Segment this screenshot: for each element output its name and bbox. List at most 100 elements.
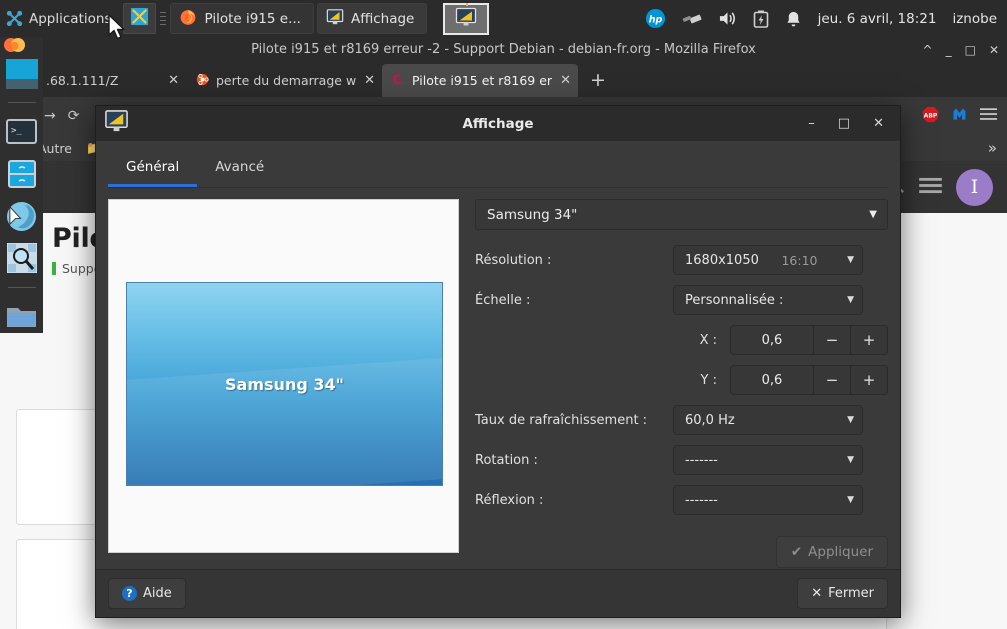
hp-logo-icon[interactable]: hp bbox=[645, 8, 666, 29]
dock-item-folder[interactable] bbox=[5, 300, 39, 333]
scale-y-label: Y : bbox=[700, 372, 717, 388]
browser-tab-1[interactable]: .68.1.111/Z ✕ bbox=[36, 64, 186, 97]
reflection-select[interactable]: ------- ▼ bbox=[673, 485, 863, 515]
firefox-minimize-button[interactable]: _ bbox=[946, 43, 952, 57]
reflection-value: ------- bbox=[685, 492, 718, 508]
chevron-down-icon: ▼ bbox=[847, 415, 854, 425]
dialog-footer: ? Aide ✕ Fermer bbox=[96, 569, 900, 617]
dialog-body: Général Avancé Samsung 34" Samsung 34" ▼ bbox=[96, 141, 900, 569]
clock[interactable]: jeu. 6 avril, 18:21 bbox=[818, 11, 937, 27]
dock-separator-1 bbox=[7, 102, 36, 104]
applications-menu[interactable]: Applications bbox=[0, 0, 121, 37]
question-mark-icon: ? bbox=[122, 586, 137, 601]
scissors-screenshot-icon bbox=[130, 7, 149, 30]
applications-menu-label: Applications bbox=[29, 10, 112, 27]
bookmark-autre[interactable]: Autre bbox=[38, 141, 72, 156]
username-label[interactable]: iznobe bbox=[952, 11, 997, 27]
dialog-tabs: Général Avancé bbox=[108, 151, 888, 188]
volume-icon[interactable] bbox=[718, 10, 737, 27]
abp-icon[interactable]: ABP bbox=[922, 106, 939, 127]
chevron-down-icon: ▼ bbox=[847, 495, 854, 505]
close-button[interactable]: ✕ bbox=[873, 116, 884, 131]
scale-x-stepper[interactable]: 0,6 − + bbox=[730, 325, 888, 355]
dialog-titlebar[interactable]: Affichage – □ ✕ bbox=[96, 106, 900, 141]
scale-x-value[interactable]: 0,6 bbox=[731, 326, 813, 354]
browser-tab-1-label: .68.1.111/Z bbox=[46, 73, 119, 88]
usb-stick-icon[interactable] bbox=[682, 10, 702, 28]
monitor-label: Samsung 34" bbox=[225, 374, 344, 394]
browser-tab-1-close-icon[interactable]: ✕ bbox=[168, 73, 179, 88]
task-button-firefox[interactable]: Pilote i915 e... bbox=[170, 3, 314, 34]
bookmarks-overflow-button[interactable]: » bbox=[988, 139, 997, 157]
display-settings-icon bbox=[104, 109, 129, 138]
scale-x-label: X : bbox=[699, 332, 717, 348]
workspace-pager[interactable] bbox=[443, 2, 490, 35]
firefox-tabstrip: .68.1.111/Z ✕ perte du demarrage wind ✕ … bbox=[0, 62, 1007, 97]
resolution-select[interactable]: 1680x1050 16:10 ▼ bbox=[673, 245, 863, 275]
notification-bell-icon[interactable] bbox=[785, 10, 802, 28]
browser-tab-2[interactable]: perte du demarrage wind ✕ bbox=[186, 64, 382, 97]
scale-y-stepper[interactable]: 0,6 − + bbox=[730, 365, 888, 395]
row-reflection: Réflexion : ------- ▼ bbox=[475, 480, 888, 520]
minimize-button[interactable]: – bbox=[808, 116, 815, 131]
close-dialog-button[interactable]: ✕ Fermer bbox=[797, 578, 888, 609]
scale-y-minus-button[interactable]: − bbox=[813, 366, 850, 394]
monitor-rect[interactable]: Samsung 34" bbox=[126, 282, 443, 486]
new-tab-button[interactable]: + bbox=[578, 64, 618, 97]
svg-text:hp: hp bbox=[648, 14, 662, 25]
scale-y-plus-button[interactable]: + bbox=[850, 366, 887, 394]
apply-button[interactable]: ✔ Appliquer bbox=[775, 536, 888, 568]
breadcrumb-marker bbox=[52, 262, 56, 275]
firefox-close-button[interactable]: ✕ bbox=[989, 43, 999, 57]
scale-x-minus-button[interactable]: − bbox=[813, 326, 850, 354]
dock-item-files[interactable] bbox=[5, 157, 39, 190]
rotation-select[interactable]: ------- ▼ bbox=[673, 445, 863, 475]
firefox-icon bbox=[179, 8, 197, 30]
browser-tab-3-close-icon[interactable]: ✕ bbox=[560, 73, 571, 88]
reload-icon[interactable]: ⟳ bbox=[68, 108, 80, 124]
firefox-maximize-button[interactable]: □ bbox=[965, 43, 976, 57]
scale-y-value[interactable]: 0,6 bbox=[731, 366, 813, 394]
dock-item-screenshot[interactable] bbox=[5, 242, 39, 275]
settings-form: Samsung 34" ▼ Résolution : 1680x1050 16:… bbox=[475, 199, 888, 569]
dock-item-browser[interactable] bbox=[5, 199, 39, 232]
hamburger-icon[interactable] bbox=[919, 177, 942, 198]
battery-icon[interactable] bbox=[753, 10, 769, 28]
top-panel: Applications Pilote i915 e... Affichage bbox=[0, 0, 1007, 37]
refresh-rate-select[interactable]: 60,0 Hz ▼ bbox=[673, 405, 863, 435]
dock-item-screen[interactable] bbox=[5, 57, 39, 90]
rotation-value: ------- bbox=[685, 452, 718, 468]
display-settings-dialog: Affichage – □ ✕ Général Avancé Samsung 3… bbox=[95, 105, 901, 618]
rotation-label: Rotation : bbox=[475, 452, 538, 468]
dock-item-terminal[interactable]: >_ bbox=[5, 115, 39, 148]
maximize-button[interactable]: □ bbox=[838, 116, 850, 131]
dialog-window-buttons: – □ ✕ bbox=[808, 116, 894, 131]
browser-tab-3[interactable]: Pilote i915 et r8169 erreu ✕ bbox=[382, 64, 578, 97]
forward-icon[interactable]: → bbox=[44, 108, 56, 124]
screenshot-launcher-button[interactable] bbox=[123, 3, 157, 34]
avatar[interactable]: I bbox=[956, 168, 993, 206]
browser-tab-2-label: perte du demarrage wind bbox=[216, 73, 357, 88]
scale-x-plus-button[interactable]: + bbox=[850, 326, 887, 354]
panel-grip[interactable] bbox=[160, 9, 167, 29]
scale-label: Échelle : bbox=[475, 292, 531, 308]
row-scale-x: X : 0,6 − + bbox=[475, 320, 888, 360]
task-button-affichage[interactable]: Affichage bbox=[316, 3, 428, 34]
firefox-window-icon bbox=[4, 37, 26, 57]
tab-general[interactable]: Général bbox=[108, 151, 198, 187]
malwarebytes-icon[interactable] bbox=[951, 106, 968, 127]
firefox-shade-button[interactable]: ^ bbox=[923, 43, 933, 57]
browser-tab-3-label: Pilote i915 et r8169 erreu bbox=[412, 73, 553, 88]
output-select[interactable]: Samsung 34" ▼ bbox=[475, 199, 888, 230]
chevron-down-icon: ▼ bbox=[847, 295, 854, 305]
firefox-window-title: Pilote i915 et r8169 erreur -2 - Support… bbox=[251, 42, 756, 57]
hamburger-menu-icon[interactable] bbox=[980, 107, 997, 125]
display-settings-icon bbox=[326, 8, 344, 30]
row-resolution: Résolution : 1680x1050 16:10 ▼ bbox=[475, 240, 888, 280]
tab-avance[interactable]: Avancé bbox=[197, 151, 282, 187]
scale-select[interactable]: Personnalisée : ▼ bbox=[673, 285, 863, 315]
browser-tab-2-close-icon[interactable]: ✕ bbox=[364, 73, 375, 88]
help-button[interactable]: ? Aide bbox=[108, 578, 186, 609]
resolution-ratio: 16:10 bbox=[781, 252, 818, 268]
monitor-preview-pane[interactable]: Samsung 34" bbox=[108, 199, 459, 553]
